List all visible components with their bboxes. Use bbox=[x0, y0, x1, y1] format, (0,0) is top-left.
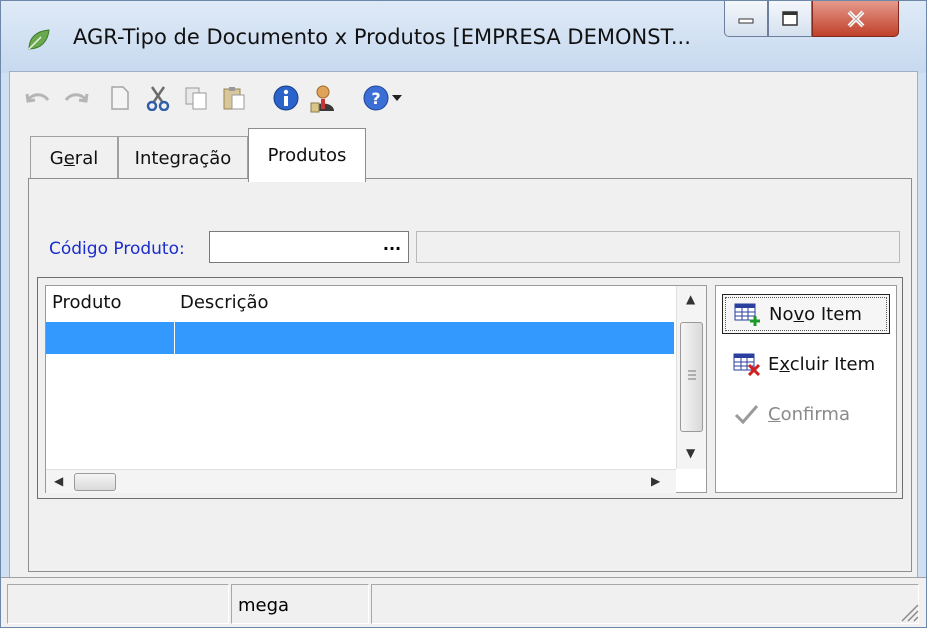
user-icon bbox=[310, 85, 334, 113]
horizontal-scrollbar[interactable]: ◀ ▶ bbox=[46, 469, 676, 493]
application-window: AGR-Tipo de Documento x Produtos [EMPRES… bbox=[0, 0, 927, 628]
help-icon: ? bbox=[363, 85, 389, 111]
tab-produtos-label: Produtos bbox=[267, 145, 347, 166]
svg-text:?: ? bbox=[371, 89, 380, 108]
copy-icon bbox=[185, 87, 207, 110]
tab-geral-label: Geral bbox=[49, 148, 99, 169]
add-row-icon bbox=[734, 303, 760, 326]
codigo-produto-label: Código Produto: bbox=[49, 239, 185, 259]
novo-item-button[interactable]: Novo Item bbox=[722, 294, 890, 334]
maximize-button[interactable] bbox=[768, 1, 812, 37]
new-document-button[interactable] bbox=[106, 84, 134, 112]
cut-icon bbox=[146, 86, 170, 111]
cut-button[interactable] bbox=[144, 84, 172, 112]
scroll-down-arrow-icon[interactable]: ▼ bbox=[686, 446, 695, 460]
excluir-item-button[interactable]: Excluir Item bbox=[722, 344, 890, 384]
grip-icon bbox=[688, 370, 696, 380]
vertical-scrollbar[interactable]: ▲ ▼ bbox=[676, 286, 706, 469]
novo-item-label: Novo Item bbox=[769, 303, 862, 325]
status-panel-user: mega bbox=[231, 584, 369, 624]
codigo-produto-input[interactable]: ... bbox=[209, 231, 409, 263]
status-bar: mega bbox=[1, 577, 926, 627]
redo-icon bbox=[64, 93, 89, 103]
paste-button[interactable] bbox=[220, 84, 248, 112]
maximize-icon bbox=[782, 10, 798, 26]
confirma-label: Confirma bbox=[768, 403, 850, 425]
descricao-produto-field bbox=[416, 231, 900, 263]
tab-integracao[interactable]: Integração bbox=[118, 136, 248, 180]
help-dropdown[interactable] bbox=[388, 84, 406, 112]
horizontal-scroll-thumb[interactable] bbox=[74, 473, 116, 491]
column-header-produto[interactable]: Produto bbox=[52, 292, 121, 313]
grid-header: Produto Descrição bbox=[46, 286, 676, 320]
close-icon bbox=[847, 10, 864, 27]
produtos-grid[interactable]: Produto Descrição ▲ ▼ ◀ ▶ bbox=[45, 285, 707, 493]
window-title: AGR-Tipo de Documento x Produtos [EMPRES… bbox=[73, 25, 691, 49]
minimize-button[interactable] bbox=[724, 1, 768, 37]
dropdown-arrow-icon bbox=[392, 95, 402, 101]
lookup-button[interactable]: ... bbox=[380, 235, 404, 259]
tab-page-produtos: Código Produto: ... Produto Descrição ▲ … bbox=[28, 178, 912, 572]
info-button[interactable] bbox=[272, 84, 300, 112]
tab-geral[interactable]: Geral bbox=[30, 136, 118, 180]
checkmark-icon bbox=[734, 405, 759, 425]
user-button[interactable] bbox=[308, 84, 336, 113]
close-button[interactable] bbox=[812, 1, 899, 37]
title-bar[interactable]: AGR-Tipo de Documento x Produtos [EMPRES… bbox=[1, 1, 926, 73]
status-panel-3 bbox=[371, 584, 919, 624]
paste-icon bbox=[223, 87, 245, 110]
status-panel-1 bbox=[7, 584, 229, 624]
resize-grip-icon[interactable] bbox=[898, 601, 920, 623]
tab-integracao-label: Integração bbox=[134, 148, 232, 169]
info-icon bbox=[273, 85, 299, 111]
table-row[interactable] bbox=[46, 322, 674, 354]
tab-produtos[interactable]: Produtos bbox=[248, 128, 366, 182]
app-leaf-icon bbox=[28, 29, 50, 50]
scroll-up-arrow-icon[interactable]: ▲ bbox=[686, 292, 695, 306]
column-separator bbox=[174, 322, 175, 354]
copy-button[interactable] bbox=[182, 84, 210, 112]
excluir-item-label: Excluir Item bbox=[768, 353, 876, 375]
minimize-icon bbox=[738, 18, 754, 23]
vertical-scroll-thumb[interactable] bbox=[680, 322, 703, 432]
confirma-button[interactable]: Confirma bbox=[722, 394, 890, 434]
undo-button[interactable] bbox=[24, 84, 52, 112]
delete-row-icon bbox=[733, 353, 760, 376]
redo-button[interactable] bbox=[62, 84, 90, 112]
client-area: ? Geral Integração Produtos Código Produ… bbox=[9, 71, 918, 621]
scroll-left-arrow-icon[interactable]: ◀ bbox=[54, 474, 63, 488]
scroll-right-arrow-icon[interactable]: ▶ bbox=[651, 474, 660, 488]
help-button[interactable]: ? bbox=[362, 84, 390, 112]
new-document-icon bbox=[111, 86, 129, 110]
column-header-descricao[interactable]: Descrição bbox=[180, 292, 269, 313]
item-actions-panel: Novo Item Excluir Item Confirma bbox=[715, 285, 897, 493]
toolbar: ? bbox=[10, 72, 917, 124]
undo-icon bbox=[25, 93, 50, 103]
